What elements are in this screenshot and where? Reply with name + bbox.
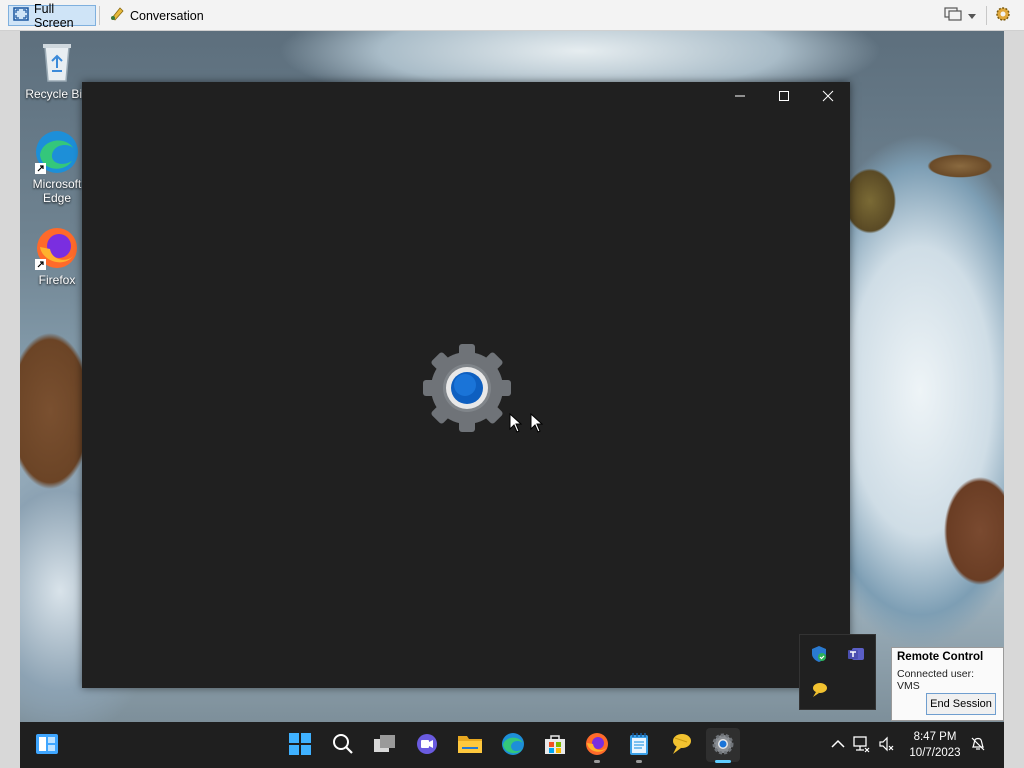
video-camera-icon [415, 733, 439, 758]
widgets-button[interactable] [30, 728, 64, 762]
volume-muted-icon [878, 735, 896, 756]
full-screen-icon [13, 7, 29, 24]
end-session-button[interactable]: End Session [926, 693, 996, 715]
notepad-icon [628, 732, 650, 759]
remote-control-title: Remote Control [897, 651, 984, 663]
widgets-icon [35, 733, 59, 758]
desktop-icon-label: Recycle Bin [25, 87, 89, 101]
edge-taskbar-button[interactable] [496, 728, 530, 762]
edge-icon [501, 732, 525, 759]
network-button[interactable] [847, 728, 875, 762]
firefox-icon [585, 732, 609, 759]
notification-bell-icon [970, 736, 986, 755]
folder-icon [457, 733, 483, 758]
mouse-cursor-icon [509, 412, 523, 436]
monitor-icon [944, 7, 962, 24]
task-view-button[interactable] [368, 728, 402, 762]
gear-icon [711, 732, 735, 759]
notifications-button[interactable] [966, 728, 990, 762]
search-button[interactable] [326, 728, 360, 762]
active-indicator [715, 760, 731, 763]
start-button[interactable] [283, 728, 317, 762]
full-screen-button[interactable]: Full Screen [8, 2, 96, 30]
clock-date: 10/7/2023 [909, 747, 961, 759]
conversation-button[interactable]: Conversation [105, 5, 205, 26]
volume-button[interactable] [873, 728, 901, 762]
search-icon [332, 733, 354, 758]
conversation-icon [109, 6, 125, 25]
connected-user-text: Connected user: VMS [897, 668, 975, 692]
defender-icon[interactable] [808, 643, 830, 665]
conversation-tray-icon[interactable] [808, 679, 830, 701]
right-border-strip [1004, 31, 1024, 768]
taskbar: 8:47 PM 10/7/2023 [20, 722, 1004, 768]
firefox-icon [34, 225, 80, 271]
recycle-bin-icon [34, 39, 80, 85]
teams-icon[interactable] [845, 643, 867, 665]
toolbar-separator-right [986, 6, 987, 25]
settings-taskbar-button[interactable] [706, 728, 740, 763]
meet-now-button[interactable] [410, 728, 444, 762]
desktop-icon-edge[interactable]: Microsoft Edge [24, 129, 90, 205]
options-button[interactable] [994, 6, 1012, 25]
desktop-icon-recycle-bin[interactable]: Recycle Bin [24, 39, 90, 101]
clock-time: 8:47 PM [913, 731, 957, 743]
host-toolbar: Full Screen Conversation [0, 0, 1024, 31]
conversation-taskbar-button[interactable] [664, 728, 698, 762]
notepad-button[interactable] [622, 728, 656, 763]
running-indicator [594, 760, 600, 763]
tray-overflow-flyout [799, 634, 876, 710]
store-button[interactable] [538, 728, 572, 762]
toolbar-separator [99, 6, 100, 25]
maximize-button[interactable] [762, 82, 806, 112]
firefox-taskbar-button[interactable] [580, 728, 614, 763]
remote-control-panel: Remote Control Connected user: VMS End S… [891, 647, 1004, 721]
file-explorer-button[interactable] [453, 728, 487, 762]
minimize-icon [734, 90, 746, 105]
minimize-button[interactable] [718, 82, 762, 112]
conversation-icon [669, 732, 693, 759]
monitor-select-button[interactable] [944, 6, 976, 25]
taskbar-clock[interactable]: 8:47 PM 10/7/2023 [904, 729, 966, 761]
settings-window[interactable] [82, 82, 850, 688]
dropdown-arrow-icon [968, 9, 976, 23]
host-cursor-icon [530, 412, 544, 436]
windows-logo-icon [289, 732, 311, 758]
conversation-label: Conversation [130, 8, 204, 23]
full-screen-label: Full Screen [34, 1, 74, 30]
store-bag-icon [543, 732, 567, 759]
close-icon [822, 90, 834, 105]
settings-splash-gear-icon [419, 340, 515, 436]
desktop-icon-label: Microsoft Edge [32, 177, 82, 205]
task-view-icon [373, 734, 397, 757]
gear-icon [994, 5, 1012, 26]
chevron-up-icon [831, 738, 845, 752]
network-icon [852, 735, 870, 756]
edge-icon [34, 129, 80, 175]
close-button[interactable] [806, 82, 850, 112]
running-indicator [636, 760, 642, 763]
maximize-icon [778, 90, 790, 105]
desktop-icon-firefox[interactable]: Firefox [24, 225, 90, 287]
desktop-icon-label: Firefox [38, 273, 76, 287]
